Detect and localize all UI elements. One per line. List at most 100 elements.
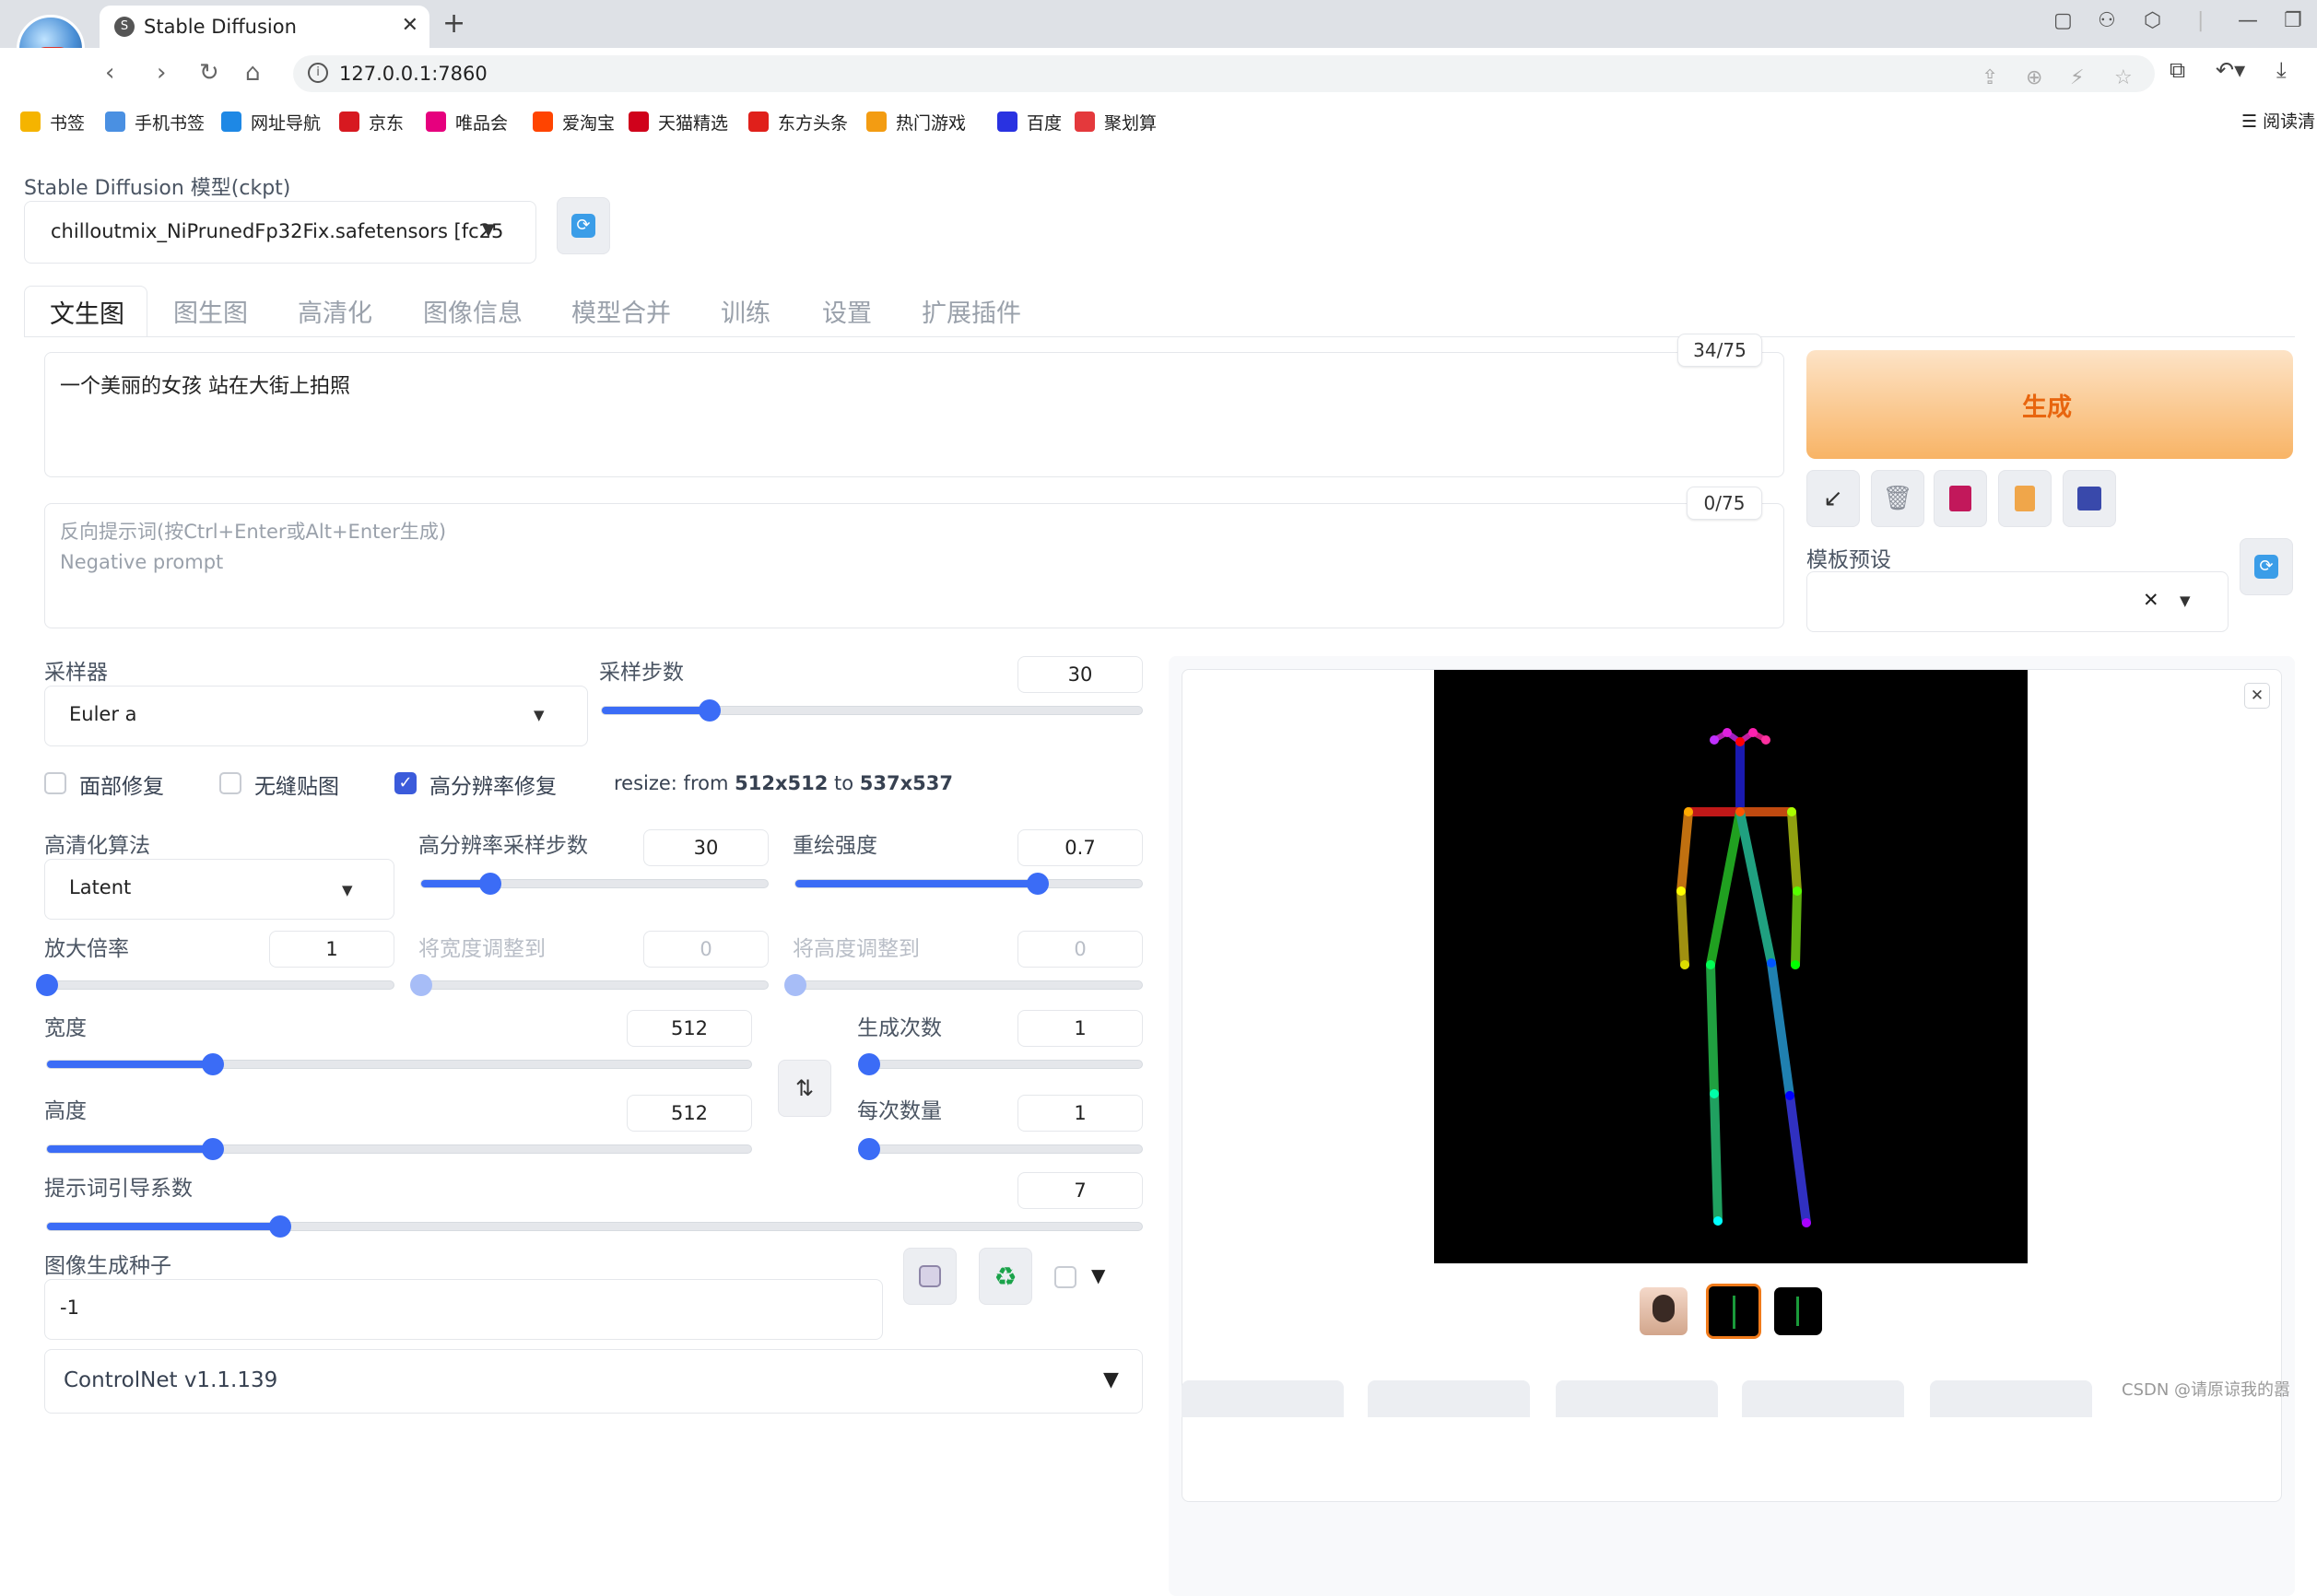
height-slider[interactable] [46, 1138, 752, 1160]
resize-width-slider[interactable] [410, 974, 769, 996]
bookmark-item[interactable]: 聚划算 [1075, 109, 1157, 135]
bookmark-item[interactable]: 手机书签 [105, 109, 205, 135]
steps-slider[interactable] [601, 699, 1143, 722]
hires-fix-checkbox[interactable]: ✓ [394, 772, 417, 794]
reload-icon[interactable]: ↻ [199, 59, 219, 87]
read-params-button[interactable]: ↙ [1806, 470, 1860, 527]
tab-extensions[interactable]: 扩展插件 [922, 293, 1021, 329]
bookmark-item[interactable]: 热门游戏 [866, 109, 966, 135]
send-to-img2img-button[interactable] [1742, 1380, 1904, 1417]
slider-thumb[interactable] [36, 974, 58, 996]
thumbnail-pose-selected[interactable] [1706, 1284, 1761, 1339]
extra-seed-expand-icon[interactable]: ▼ [1091, 1264, 1105, 1286]
tab-search-icon[interactable]: ▢ [2053, 9, 2073, 32]
bookmark-star-icon[interactable]: ☆ [2114, 66, 2133, 89]
extensions-icon[interactable]: ⧉ [2170, 57, 2185, 83]
cfg-scale-slider[interactable] [46, 1215, 1143, 1238]
close-tab-icon[interactable]: ✕ [402, 14, 418, 37]
swap-dimensions-button[interactable]: ⇅ [778, 1060, 831, 1117]
extra-networks-button[interactable] [1934, 470, 1987, 527]
thumbnail-photo[interactable] [1640, 1287, 1688, 1335]
hires-scale-input[interactable]: 1 [269, 931, 394, 968]
save-button[interactable] [1368, 1380, 1530, 1417]
download-icon[interactable]: ⤓ [2276, 57, 2287, 83]
tiling-checkbox[interactable] [219, 772, 241, 794]
bookmark-item[interactable]: 书签 [20, 109, 85, 135]
hires-scale-slider[interactable] [36, 974, 394, 996]
slider-thumb[interactable] [699, 699, 722, 722]
height-input[interactable]: 512 [627, 1095, 752, 1132]
reader-mode[interactable]: ☰ 阅读清 [2241, 108, 2315, 133]
clear-icon[interactable]: ✕ [2143, 589, 2159, 611]
negative-prompt-textarea[interactable]: 反向提示词(按Ctrl+Enter或Alt+Enter生成) Negative … [44, 503, 1784, 628]
extra-seed-checkbox[interactable] [1054, 1266, 1076, 1288]
zoom-icon[interactable]: ⊕ [2026, 66, 2042, 89]
seed-input[interactable]: -1 [44, 1279, 883, 1340]
refresh-model-button[interactable]: ⟳ [557, 197, 610, 254]
bookmark-item[interactable]: 京东 [339, 109, 404, 135]
steps-input[interactable]: 30 [1017, 656, 1143, 693]
width-input[interactable]: 512 [627, 1010, 752, 1047]
denoise-slider[interactable] [794, 873, 1143, 895]
slider-thumb[interactable] [269, 1215, 292, 1238]
controlnet-accordion[interactable]: ControlNet v1.1.139 ▼ [44, 1349, 1143, 1414]
hires-steps-slider[interactable] [420, 873, 769, 895]
cfg-scale-input[interactable]: 7 [1017, 1172, 1143, 1209]
bookmark-item[interactable]: 百度 [997, 109, 1062, 135]
bookmark-item[interactable]: 天猫精选 [629, 109, 728, 135]
apply-style-button[interactable] [1998, 470, 2052, 527]
extensions-hub-icon[interactable]: ⬡ [2144, 9, 2161, 32]
bookmark-item[interactable]: 网址导航 [221, 109, 321, 135]
thumbnail-pose[interactable] [1774, 1287, 1822, 1335]
tab-png-info[interactable]: 图像信息 [423, 293, 523, 329]
tab-img2img[interactable]: 图生图 [173, 293, 248, 329]
bookmark-item[interactable]: 爱淘宝 [533, 109, 615, 135]
face-restore-checkbox[interactable] [44, 772, 66, 794]
slider-thumb[interactable] [410, 974, 432, 996]
reuse-seed-button[interactable]: ♻ [979, 1248, 1032, 1305]
batch-count-slider[interactable] [858, 1053, 1143, 1075]
batch-size-slider[interactable] [858, 1138, 1143, 1160]
flash-icon[interactable]: ⚡ [2070, 66, 2084, 89]
close-gallery-icon[interactable]: ✕ [2244, 683, 2270, 709]
save-style-button[interactable] [2063, 470, 2116, 527]
batch-count-input[interactable]: 1 [1017, 1010, 1143, 1047]
width-slider[interactable] [46, 1053, 752, 1075]
generate-button[interactable]: 生成 [1806, 350, 2293, 459]
openpose-preview-image[interactable] [1434, 670, 2028, 1263]
sampler-dropdown[interactable]: Euler a ▼ [44, 686, 588, 746]
slider-thumb[interactable] [479, 873, 502, 895]
bookmark-item[interactable]: 东方头条 [748, 109, 848, 135]
zip-button[interactable] [1556, 1380, 1718, 1417]
tab-extras[interactable]: 高清化 [298, 293, 372, 329]
maximize-icon[interactable]: ❐ [2284, 9, 2302, 32]
slider-thumb[interactable] [784, 974, 806, 996]
hires-steps-input[interactable]: 30 [643, 829, 769, 866]
denoise-input[interactable]: 0.7 [1017, 829, 1143, 866]
resize-width-input[interactable]: 0 [643, 931, 769, 968]
slider-thumb[interactable] [201, 1138, 224, 1160]
prompt-textarea[interactable]: 一个美丽的女孩 站在大街上拍照 [44, 352, 1784, 477]
resize-height-input[interactable]: 0 [1017, 931, 1143, 968]
game-mode-icon[interactable]: ⚇ [2098, 9, 2116, 32]
new-tab-icon[interactable]: + [442, 7, 465, 40]
url-text[interactable]: 127.0.0.1:7860 [339, 63, 488, 85]
open-folder-button[interactable] [1182, 1380, 1344, 1417]
slider-thumb[interactable] [858, 1053, 880, 1075]
url-omnibox[interactable]: i 127.0.0.1:7860 ⇪ ⊕ ⚡ ☆ [293, 55, 2155, 92]
browser-tab[interactable]: S Stable Diffusion ✕ [100, 6, 429, 48]
tab-settings[interactable]: 设置 [822, 293, 872, 329]
undo-icon[interactable]: ↶▾ [2216, 57, 2245, 83]
slider-thumb[interactable] [201, 1053, 224, 1075]
send-to-inpaint-button[interactable] [1930, 1380, 2092, 1417]
tab-checkpoint-merger[interactable]: 模型合并 [571, 293, 671, 329]
minimize-icon[interactable]: — [2238, 9, 2258, 32]
slider-thumb[interactable] [1027, 873, 1050, 895]
random-seed-button[interactable] [903, 1248, 957, 1305]
tab-train[interactable]: 训练 [721, 293, 770, 329]
share-icon[interactable]: ⇪ [1982, 66, 1998, 89]
back-icon[interactable]: ‹ [105, 59, 114, 87]
style-preset-dropdown[interactable]: ✕ ▼ [1806, 571, 2229, 632]
upscaler-dropdown[interactable]: Latent ▼ [44, 859, 394, 920]
clear-prompt-button[interactable]: 🗑 [1871, 470, 1924, 527]
